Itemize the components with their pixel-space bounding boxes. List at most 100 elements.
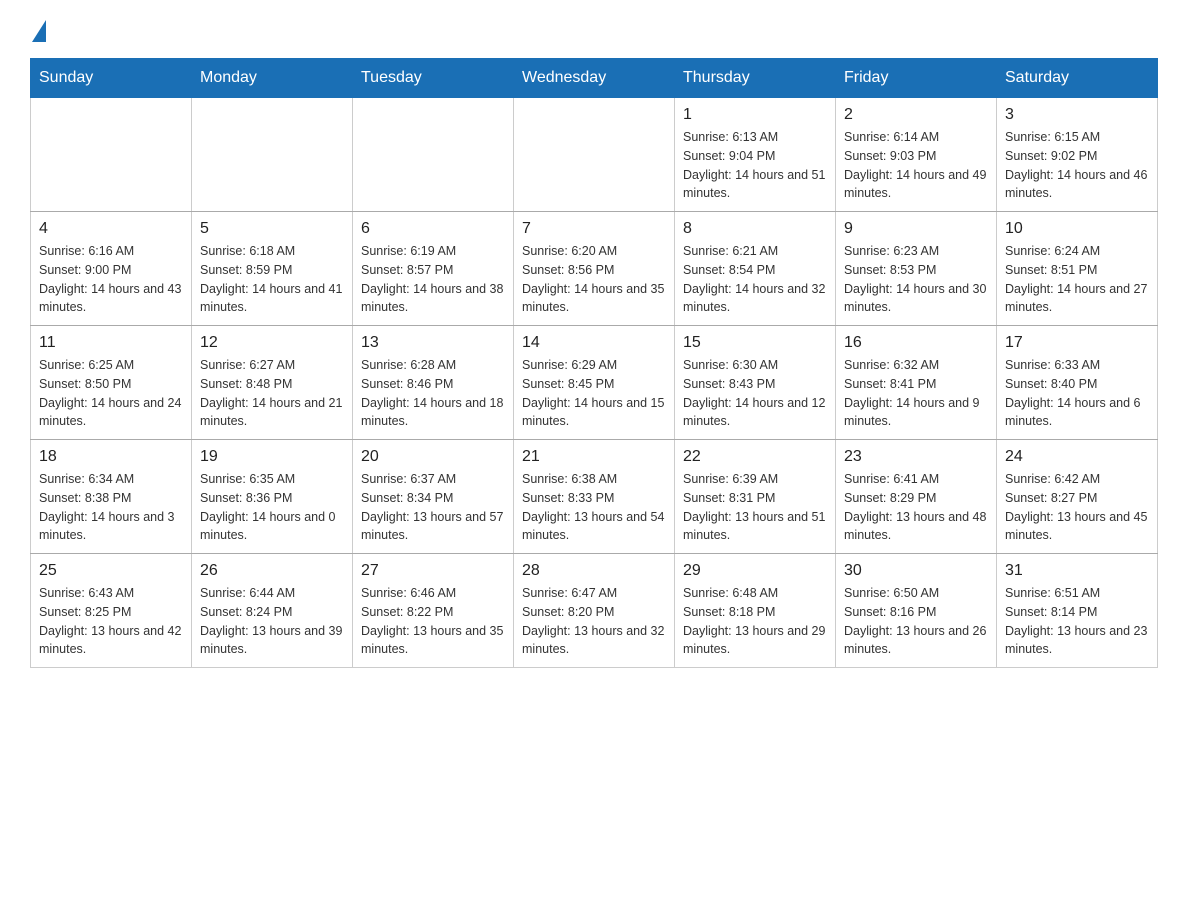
calendar-row: 25Sunrise: 6:43 AMSunset: 8:25 PMDayligh… <box>31 554 1158 668</box>
day-number: 18 <box>39 448 183 466</box>
day-info: Sunrise: 6:47 AMSunset: 8:20 PMDaylight:… <box>522 584 666 659</box>
day-info: Sunrise: 6:46 AMSunset: 8:22 PMDaylight:… <box>361 584 505 659</box>
day-info: Sunrise: 6:27 AMSunset: 8:48 PMDaylight:… <box>200 356 344 431</box>
day-number: 13 <box>361 334 505 352</box>
calendar-cell: 31 Sunrise: 6:51 AMSunset: 8:14 PMDayligh… <box>997 554 1158 668</box>
day-number: 26 <box>200 562 344 580</box>
day-info: Sunrise: 6:38 AMSunset: 8:33 PMDaylight:… <box>522 470 666 545</box>
calendar-row: 1Sunrise: 6:13 AMSunset: 9:04 PMDaylight… <box>31 98 1158 212</box>
day-info: Sunrise: 6:41 AMSunset: 8:29 PMDaylight:… <box>844 470 988 545</box>
calendar-cell: 29Sunrise: 6:48 AMSunset: 8:18 PMDayligh… <box>675 554 836 668</box>
day-info: Sunrise: 6:43 AMSunset: 8:25 PMDaylight:… <box>39 584 183 659</box>
calendar-cell: 22 Sunrise: 6:39 AMSunset: 8:31 PMDayligh… <box>675 440 836 554</box>
day-number: 7 <box>522 220 666 238</box>
day-info: Sunrise: 6:21 AMSunset: 8:54 PMDaylight:… <box>683 242 827 317</box>
day-info: Sunrise: 6:30 AMSunset: 8:43 PMDaylight:… <box>683 356 827 431</box>
calendar-row: 18 Sunrise: 6:34 AMSunset: 8:38 PMDayligh… <box>31 440 1158 554</box>
calendar-cell: 17 Sunrise: 6:33 AMSunset: 8:40 PMDayligh… <box>997 326 1158 440</box>
day-info: Sunrise: 6:44 AMSunset: 8:24 PMDaylight:… <box>200 584 344 659</box>
calendar-cell: 28 Sunrise: 6:47 AMSunset: 8:20 PMDayligh… <box>514 554 675 668</box>
calendar-cell: 27 Sunrise: 6:46 AMSunset: 8:22 PMDayligh… <box>353 554 514 668</box>
day-number: 21 <box>522 448 666 466</box>
day-info: Sunrise: 6:39 AMSunset: 8:31 PMDaylight:… <box>683 470 827 545</box>
calendar-cell: 6 Sunrise: 6:19 AMSunset: 8:57 PMDaylight… <box>353 212 514 326</box>
calendar-cell: 11 Sunrise: 6:25 AMSunset: 8:50 PMDayligh… <box>31 326 192 440</box>
day-info: Sunrise: 6:33 AMSunset: 8:40 PMDaylight:… <box>1005 356 1149 431</box>
calendar-cell: 23 Sunrise: 6:41 AMSunset: 8:29 PMDayligh… <box>836 440 997 554</box>
calendar-cell: 30Sunrise: 6:50 AMSunset: 8:16 PMDayligh… <box>836 554 997 668</box>
calendar-cell: 26 Sunrise: 6:44 AMSunset: 8:24 PMDayligh… <box>192 554 353 668</box>
header-saturday: Saturday <box>997 59 1158 98</box>
day-number: 8 <box>683 220 827 238</box>
day-number: 14 <box>522 334 666 352</box>
header <box>30 20 1158 38</box>
day-number: 31 <box>1005 562 1149 580</box>
day-info: Sunrise: 6:25 AMSunset: 8:50 PMDaylight:… <box>39 356 183 431</box>
calendar-cell: 15 Sunrise: 6:30 AMSunset: 8:43 PMDayligh… <box>675 326 836 440</box>
day-number: 24 <box>1005 448 1149 466</box>
calendar-cell: 7 Sunrise: 6:20 AMSunset: 8:56 PMDaylight… <box>514 212 675 326</box>
day-number: 22 <box>683 448 827 466</box>
day-info: Sunrise: 6:18 AMSunset: 8:59 PMDaylight:… <box>200 242 344 317</box>
day-info: Sunrise: 6:34 AMSunset: 8:38 PMDaylight:… <box>39 470 183 545</box>
day-number: 27 <box>361 562 505 580</box>
day-number: 28 <box>522 562 666 580</box>
calendar-header-row: Sunday Monday Tuesday Wednesday Thursday… <box>31 59 1158 98</box>
day-number: 10 <box>1005 220 1149 238</box>
calendar-cell: 18 Sunrise: 6:34 AMSunset: 8:38 PMDayligh… <box>31 440 192 554</box>
day-number: 1 <box>683 106 827 124</box>
header-tuesday: Tuesday <box>353 59 514 98</box>
day-number: 6 <box>361 220 505 238</box>
day-info: Sunrise: 6:48 AMSunset: 8:18 PMDaylight:… <box>683 584 827 659</box>
calendar-row: 4 Sunrise: 6:16 AMSunset: 9:00 PMDaylight… <box>31 212 1158 326</box>
day-number: 5 <box>200 220 344 238</box>
day-number: 16 <box>844 334 988 352</box>
calendar-cell: 8 Sunrise: 6:21 AMSunset: 8:54 PMDaylight… <box>675 212 836 326</box>
day-number: 20 <box>361 448 505 466</box>
calendar-table: Sunday Monday Tuesday Wednesday Thursday… <box>30 58 1158 668</box>
day-number: 23 <box>844 448 988 466</box>
calendar-cell: 16 Sunrise: 6:32 AMSunset: 8:41 PMDayligh… <box>836 326 997 440</box>
calendar-cell: 9 Sunrise: 6:23 AMSunset: 8:53 PMDaylight… <box>836 212 997 326</box>
day-info: Sunrise: 6:14 AMSunset: 9:03 PMDaylight:… <box>844 128 988 203</box>
day-info: Sunrise: 6:24 AMSunset: 8:51 PMDaylight:… <box>1005 242 1149 317</box>
day-number: 15 <box>683 334 827 352</box>
day-info: Sunrise: 6:19 AMSunset: 8:57 PMDaylight:… <box>361 242 505 317</box>
calendar-cell: 25Sunrise: 6:43 AMSunset: 8:25 PMDayligh… <box>31 554 192 668</box>
calendar-cell: 5 Sunrise: 6:18 AMSunset: 8:59 PMDaylight… <box>192 212 353 326</box>
calendar-cell: 4 Sunrise: 6:16 AMSunset: 9:00 PMDaylight… <box>31 212 192 326</box>
calendar-cell: 12 Sunrise: 6:27 AMSunset: 8:48 PMDayligh… <box>192 326 353 440</box>
calendar-cell <box>514 98 675 212</box>
day-info: Sunrise: 6:23 AMSunset: 8:53 PMDaylight:… <box>844 242 988 317</box>
day-info: Sunrise: 6:35 AMSunset: 8:36 PMDaylight:… <box>200 470 344 545</box>
day-info: Sunrise: 6:50 AMSunset: 8:16 PMDaylight:… <box>844 584 988 659</box>
day-number: 19 <box>200 448 344 466</box>
day-number: 2 <box>844 106 988 124</box>
header-friday: Friday <box>836 59 997 98</box>
day-number: 9 <box>844 220 988 238</box>
logo <box>30 20 46 38</box>
header-monday: Monday <box>192 59 353 98</box>
calendar-cell: 3Sunrise: 6:15 AMSunset: 9:02 PMDaylight… <box>997 98 1158 212</box>
calendar-cell <box>192 98 353 212</box>
day-number: 17 <box>1005 334 1149 352</box>
calendar-row: 11 Sunrise: 6:25 AMSunset: 8:50 PMDayligh… <box>31 326 1158 440</box>
day-number: 4 <box>39 220 183 238</box>
calendar-cell: 10 Sunrise: 6:24 AMSunset: 8:51 PMDayligh… <box>997 212 1158 326</box>
day-info: Sunrise: 6:20 AMSunset: 8:56 PMDaylight:… <box>522 242 666 317</box>
day-number: 12 <box>200 334 344 352</box>
day-number: 11 <box>39 334 183 352</box>
calendar-cell: 14 Sunrise: 6:29 AMSunset: 8:45 PMDayligh… <box>514 326 675 440</box>
calendar-cell: 20Sunrise: 6:37 AMSunset: 8:34 PMDayligh… <box>353 440 514 554</box>
calendar-cell: 21 Sunrise: 6:38 AMSunset: 8:33 PMDayligh… <box>514 440 675 554</box>
header-wednesday: Wednesday <box>514 59 675 98</box>
day-info: Sunrise: 6:42 AMSunset: 8:27 PMDaylight:… <box>1005 470 1149 545</box>
day-info: Sunrise: 6:29 AMSunset: 8:45 PMDaylight:… <box>522 356 666 431</box>
calendar-cell: 2 Sunrise: 6:14 AMSunset: 9:03 PMDaylight… <box>836 98 997 212</box>
calendar-cell: 19 Sunrise: 6:35 AMSunset: 8:36 PMDayligh… <box>192 440 353 554</box>
day-info: Sunrise: 6:32 AMSunset: 8:41 PMDaylight:… <box>844 356 988 431</box>
day-info: Sunrise: 6:15 AMSunset: 9:02 PMDaylight:… <box>1005 128 1149 203</box>
day-info: Sunrise: 6:16 AMSunset: 9:00 PMDaylight:… <box>39 242 183 317</box>
calendar-cell <box>31 98 192 212</box>
day-info: Sunrise: 6:51 AMSunset: 8:14 PMDaylight:… <box>1005 584 1149 659</box>
